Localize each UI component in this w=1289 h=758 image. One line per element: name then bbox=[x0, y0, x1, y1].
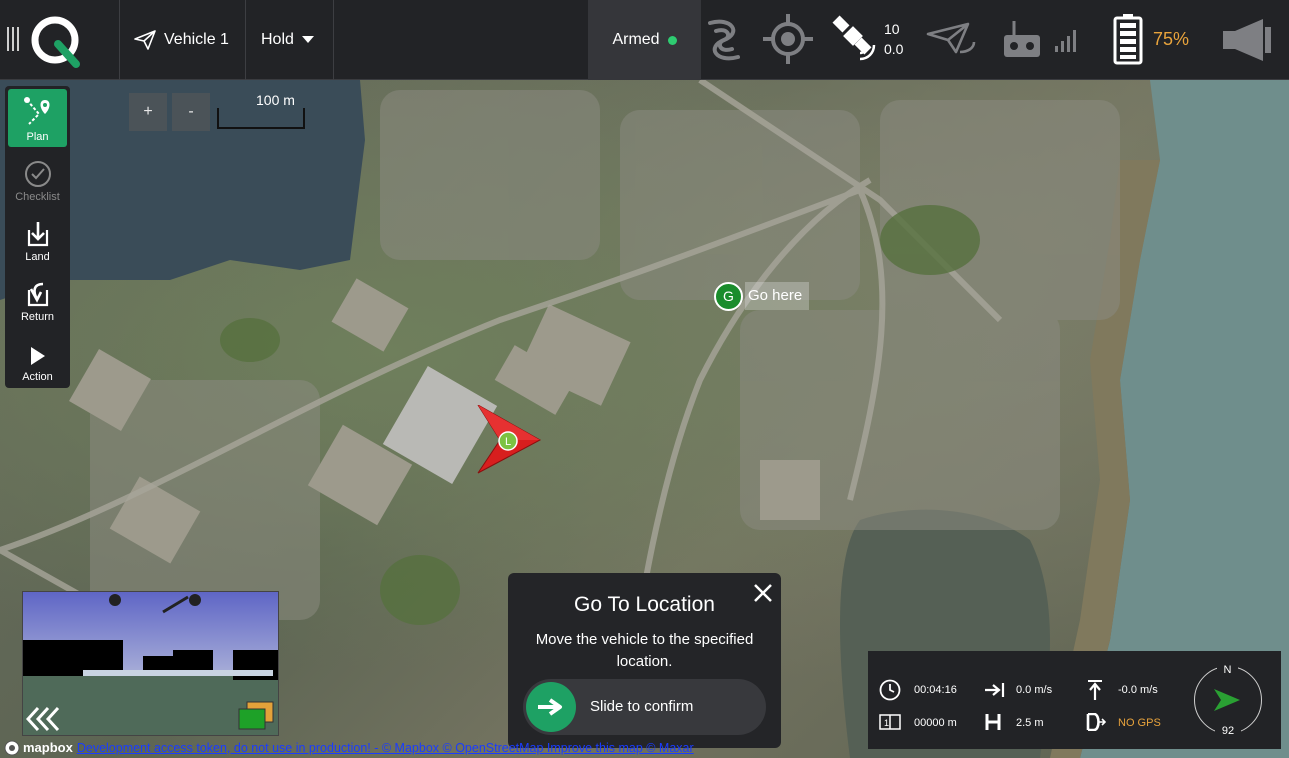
vertical-lines-icon[interactable] bbox=[7, 27, 19, 51]
armed-label: Armed bbox=[612, 31, 660, 48]
gps-status: NO GPS bbox=[1118, 717, 1161, 729]
slide-to-confirm-slider[interactable]: Slide to confirm bbox=[523, 679, 766, 735]
distance-icon: 1 bbox=[879, 714, 901, 730]
toolstrip-label: Land bbox=[25, 251, 50, 263]
vertical-speed-icon bbox=[1088, 680, 1102, 700]
toolstrip-plan-button[interactable]: Plan bbox=[8, 89, 67, 147]
distance-value: 00000 m bbox=[914, 717, 957, 729]
signal-bars-icon[interactable] bbox=[1053, 26, 1081, 54]
attribution-links[interactable]: Development access token, do not use in … bbox=[77, 741, 694, 755]
toolstrip-return-button[interactable]: Return bbox=[8, 269, 67, 327]
compass-heading-value: 92 bbox=[1215, 723, 1241, 740]
return-icon bbox=[27, 282, 48, 307]
heading-arrow-icon bbox=[1214, 689, 1240, 711]
svg-text:1: 1 bbox=[884, 718, 889, 728]
signal-waves-icon[interactable] bbox=[702, 13, 746, 67]
paper-plane-icon bbox=[134, 30, 156, 50]
qgc-logo-icon[interactable] bbox=[28, 14, 84, 68]
gps-readout[interactable]: 10 0.0 bbox=[884, 19, 903, 59]
toolstrip-label: Checklist bbox=[15, 191, 60, 203]
clock-icon bbox=[879, 679, 901, 701]
pip-switch-icon[interactable] bbox=[237, 701, 275, 731]
map-scale-bar bbox=[217, 108, 305, 129]
flight-mode-label: Hold bbox=[261, 31, 294, 48]
target-icon[interactable] bbox=[763, 14, 813, 64]
toolstrip-action-button[interactable]: Action bbox=[8, 329, 67, 387]
vehicle-arrow-icon: L bbox=[477, 404, 542, 474]
toolstrip-label: Plan bbox=[26, 131, 49, 143]
flight-mode-selector[interactable]: Hold bbox=[261, 26, 314, 54]
checklist-icon bbox=[24, 161, 51, 187]
mapbox-logo[interactable]: mapbox bbox=[4, 740, 73, 756]
gps-distance-icon bbox=[1086, 713, 1106, 731]
toolstrip-land-button[interactable]: Land bbox=[8, 209, 67, 267]
mapbox-logo-text: mapbox bbox=[23, 740, 73, 755]
compass-north-label: N bbox=[1217, 663, 1238, 678]
battery-icon[interactable] bbox=[1113, 13, 1143, 65]
rc-transmitter-icon[interactable] bbox=[1002, 19, 1042, 59]
gps-hdop-value: 0.0 bbox=[884, 41, 904, 57]
goto-location-marker[interactable]: G Go here bbox=[714, 281, 810, 311]
dialog-description: Move the vehicle to the specified locati… bbox=[535, 631, 754, 670]
vehicle-label: Vehicle 1 bbox=[164, 31, 229, 48]
satellite-icon[interactable] bbox=[830, 15, 880, 63]
goto-marker-label: Go here bbox=[745, 282, 810, 310]
vehicle-marker-letter: L bbox=[505, 436, 511, 448]
close-icon[interactable] bbox=[752, 582, 774, 604]
pip-collapse-icon[interactable] bbox=[26, 706, 66, 732]
height-icon bbox=[985, 714, 1001, 730]
map-attribution: mapbox Development access token, do not … bbox=[0, 737, 800, 758]
arrow-right-icon bbox=[538, 698, 562, 716]
zoom-in-button[interactable]: + bbox=[129, 93, 167, 131]
toolstrip-label: Return bbox=[20, 311, 55, 323]
toolstrip-label: Action bbox=[22, 371, 53, 383]
goto-location-dialog: Go To Location Move the vehicle to the s… bbox=[508, 573, 781, 748]
zoom-out-button[interactable]: - bbox=[172, 93, 210, 131]
map-scale-label: 100 m bbox=[256, 92, 295, 108]
vertical-speed: -0.0 m/s bbox=[1118, 684, 1158, 696]
armed-status[interactable]: Armed bbox=[588, 0, 701, 80]
horizontal-speed: 0.0 m/s bbox=[1016, 684, 1053, 696]
goto-marker-badge: G bbox=[714, 281, 743, 311]
armed-indicator-dot bbox=[667, 35, 677, 45]
gps-satellite-count: 10 bbox=[884, 21, 900, 37]
vehicle-marker[interactable]: L bbox=[470, 404, 545, 480]
horizontal-speed-icon bbox=[985, 683, 1005, 697]
height-value: 2.5 m bbox=[1016, 717, 1044, 729]
tool-strip: Plan Checklist Land Return Action bbox=[5, 86, 70, 388]
slider-knob[interactable] bbox=[526, 682, 576, 732]
telemetry-plane-icon[interactable] bbox=[926, 22, 978, 56]
flight-time: 00:04:16 bbox=[914, 684, 957, 696]
vehicle-selector[interactable]: Vehicle 1 bbox=[134, 26, 229, 54]
plan-route-icon bbox=[23, 97, 49, 125]
mapbox-logo-icon bbox=[4, 740, 20, 755]
toolstrip-checklist-button[interactable]: Checklist bbox=[8, 149, 67, 207]
play-icon bbox=[30, 347, 45, 365]
dialog-title: Go To Location bbox=[574, 593, 715, 616]
land-icon bbox=[27, 222, 48, 247]
top-toolbar: Vehicle 1 Hold Armed 10 0.0 75% bbox=[0, 0, 1289, 80]
battery-percent[interactable]: 75% bbox=[1153, 29, 1189, 50]
slider-label: Slide to confirm bbox=[590, 698, 694, 715]
megaphone-icon[interactable] bbox=[1221, 17, 1273, 63]
caret-down-icon bbox=[301, 36, 314, 43]
